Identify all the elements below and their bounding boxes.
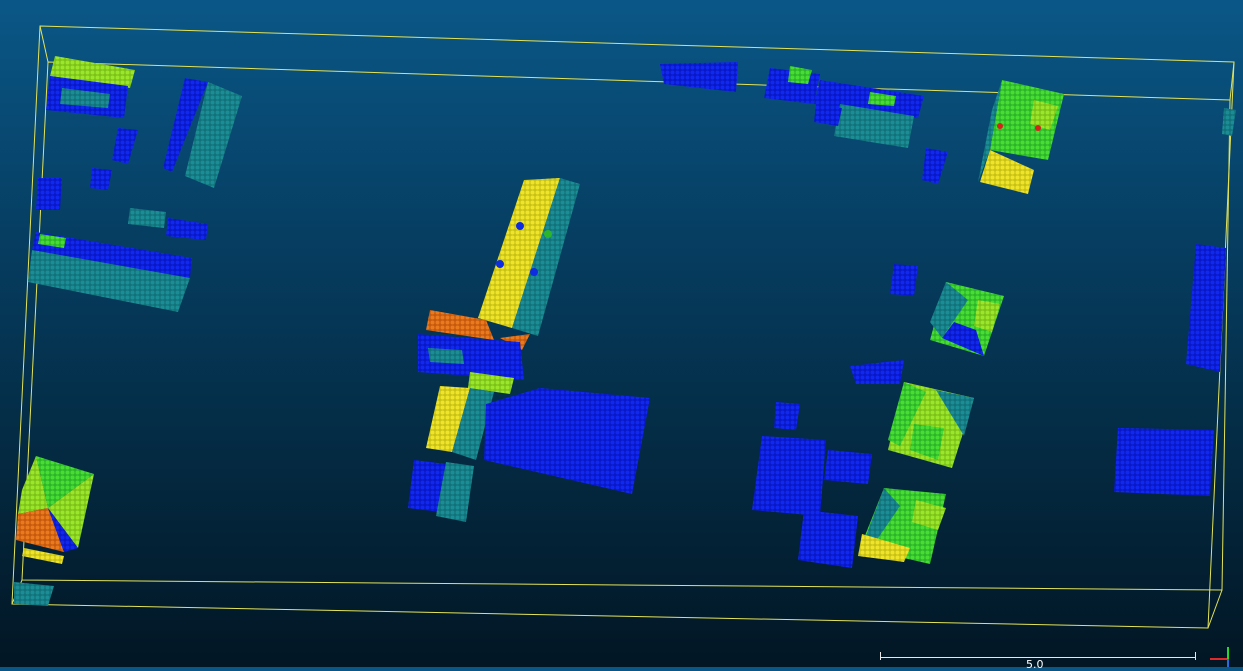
building-left-long: [28, 232, 192, 312]
axis-triad-icon[interactable]: [1204, 645, 1240, 667]
scale-bar: 5.0: [880, 652, 1196, 670]
structure-top-center: [660, 62, 738, 92]
scale-bar-tick-right: [1195, 652, 1196, 660]
building-top-left: [46, 56, 135, 118]
building-right-pyramid-3: [858, 488, 946, 564]
structure-far-right-block: [1114, 428, 1214, 496]
building-center-lower: [408, 386, 494, 522]
building-right-pyramid-1: [930, 282, 1004, 356]
building-top-right-pyramid: [978, 80, 1064, 194]
structure-far-right-top: [1222, 108, 1236, 136]
structure-far-right-tall: [1186, 244, 1226, 372]
scale-bar-label: 5.0: [1026, 658, 1044, 671]
building-top-right-long: [764, 66, 948, 184]
building-center-blue-block: [484, 388, 650, 494]
building-right-blue-blocks: [752, 402, 872, 568]
building-center-middle: [418, 334, 524, 394]
scale-bar-tick-left: [880, 652, 881, 660]
building-center-tall: [478, 178, 580, 336]
building-top-left-2: [163, 78, 242, 188]
point-cloud-viewport[interactable]: [0, 0, 1243, 667]
structure-right-small: [890, 264, 918, 296]
building-right-pyramid-2: [850, 360, 974, 468]
building-bottom-left: [14, 456, 94, 606]
